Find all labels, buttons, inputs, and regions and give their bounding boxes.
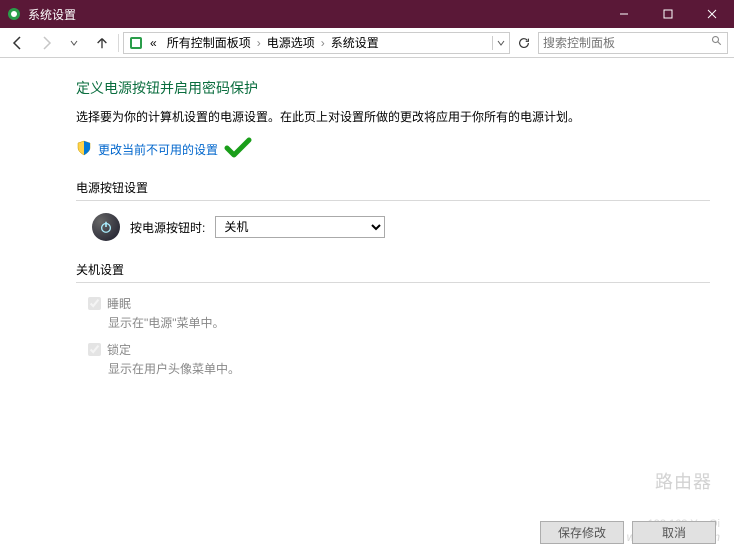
cancel-button[interactable]: 取消 <box>632 521 716 544</box>
history-dropdown[interactable] <box>62 31 86 55</box>
section-power-button-title: 电源按钮设置 <box>76 179 710 196</box>
address-dropdown[interactable] <box>497 36 505 50</box>
page-description: 选择要为你的计算机设置的电源设置。在此页上对设置所做的更改将应用于你所有的电源计… <box>76 108 710 126</box>
lock-description: 显示在用户头像菜单中。 <box>108 360 710 377</box>
shield-icon <box>76 140 92 159</box>
back-button[interactable] <box>6 31 30 55</box>
lock-checkbox <box>88 343 101 356</box>
power-button-label: 按电源按钮时: <box>130 219 205 236</box>
up-button[interactable] <box>90 31 114 55</box>
search-input[interactable] <box>543 36 711 50</box>
watermark-text: 路由器 <box>655 468 712 494</box>
breadcrumb-prefix: « <box>146 36 161 50</box>
control-panel-icon <box>128 35 144 51</box>
save-button[interactable]: 保存修改 <box>540 521 624 544</box>
bottom-button-bar: 保存修改 取消 <box>540 521 716 544</box>
address-bar[interactable]: « 所有控制面板项 › 电源选项 › 系统设置 <box>123 32 510 54</box>
search-box[interactable] <box>538 32 728 54</box>
forward-button[interactable] <box>34 31 58 55</box>
breadcrumb-all-items[interactable]: 所有控制面板项 <box>163 34 255 51</box>
power-button-select[interactable]: 关机 <box>215 216 385 238</box>
maximize-button[interactable] <box>646 0 690 28</box>
minimize-button[interactable] <box>602 0 646 28</box>
window-title: 系统设置 <box>28 6 76 23</box>
chevron-right-icon: › <box>257 36 261 50</box>
breadcrumb-power-options[interactable]: 电源选项 <box>263 34 319 51</box>
sleep-description: 显示在"电源"菜单中。 <box>108 314 710 331</box>
page-title: 定义电源按钮并启用密码保护 <box>76 78 710 98</box>
change-unavailable-settings-link[interactable]: 更改当前不可用的设置 <box>98 141 218 158</box>
refresh-button[interactable] <box>514 33 534 53</box>
app-icon <box>6 6 22 22</box>
close-button[interactable] <box>690 0 734 28</box>
lock-label: 锁定 <box>107 341 131 358</box>
toolbar: « 所有控制面板项 › 电源选项 › 系统设置 <box>0 28 734 58</box>
window-titlebar: 系统设置 <box>0 0 734 28</box>
breadcrumb-system-settings[interactable]: 系统设置 <box>327 34 383 51</box>
divider <box>76 282 710 283</box>
divider <box>76 200 710 201</box>
section-shutdown-title: 关机设置 <box>76 261 710 278</box>
sleep-checkbox <box>88 297 101 310</box>
separator <box>118 34 119 52</box>
power-icon <box>92 213 120 241</box>
content-area: 定义电源按钮并启用密码保护 选择要为你的计算机设置的电源设置。在此页上对设置所做… <box>0 58 734 377</box>
sleep-label: 睡眠 <box>107 295 131 312</box>
search-icon <box>711 35 723 50</box>
checkmark-icon <box>224 136 252 163</box>
chevron-right-icon: › <box>321 36 325 50</box>
